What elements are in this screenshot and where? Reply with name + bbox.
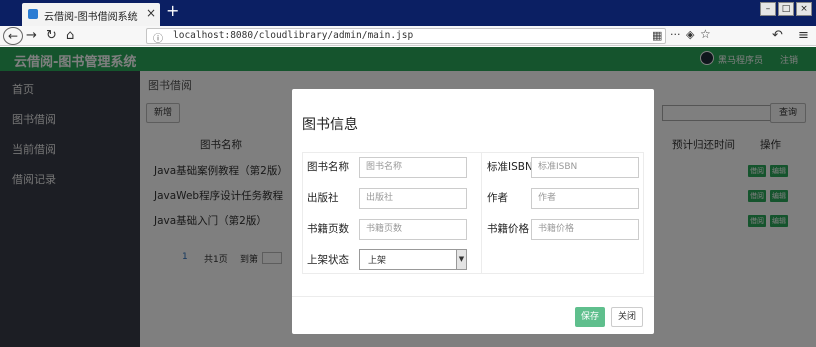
favicon-icon [28,9,38,19]
chevron-down-icon: ▼ [456,250,466,269]
browser-navbar: ← → ↻ ⌂ ⓘ localhost:8080/cloudlibrary/ad… [0,26,816,46]
close-button[interactable]: 关闭 [611,307,643,327]
press-input[interactable]: 出版社 [359,188,467,209]
forward-arrow-icon[interactable]: → [26,27,37,45]
new-tab-icon[interactable]: + [166,3,179,19]
shield-icon[interactable]: ◈ [686,28,694,41]
reload-icon[interactable]: ↻ [46,27,57,45]
name-input[interactable]: 图书名称 [359,157,467,178]
minimize-icon[interactable]: – [760,2,776,16]
tab-title: 云借阅-图书借阅系统 [44,12,138,23]
modal-footer-divider [292,296,654,297]
maximize-icon[interactable]: □ [778,2,794,16]
pages-input[interactable]: 书籍页数 [359,219,467,240]
author-label: 作者 [487,192,508,204]
url-text[interactable]: localhost:8080/cloudlibrary/admin/main.j… [173,30,413,41]
status-select[interactable]: 上架 ▼ [359,249,467,270]
book-form: 图书名称 图书名称 标准ISBN 标准ISBN 出版社 出版社 作者 作者 书籍… [302,152,644,274]
home-icon[interactable]: ⌂ [66,27,74,45]
name-label: 图书名称 [307,161,349,173]
qr-code-icon[interactable]: ▦ [652,29,662,42]
isbn-label: 标准ISBN [487,161,533,173]
back-arrow-icon[interactable]: ← [3,27,23,45]
form-divider [481,153,482,273]
book-info-modal: 图书信息 图书名称 图书名称 标准ISBN 标准ISBN 出版社 出版社 作者 … [292,89,654,334]
price-input[interactable]: 书籍价格 [531,219,639,240]
hamburger-menu-icon[interactable]: ≡ [798,27,809,45]
window-close-icon[interactable]: × [796,2,812,16]
status-label: 上架状态 [307,254,349,266]
press-label: 出版社 [307,192,339,204]
address-bar[interactable]: ⓘ localhost:8080/cloudlibrary/admin/main… [146,28,666,45]
tab-close-icon[interactable]: × [146,6,156,20]
modal-title: 图书信息 [302,117,358,133]
status-select-value: 上架 [368,256,387,266]
window-controls: – □ × [760,2,812,16]
browser-titlebar: 云借阅-图书借阅系统 × + – □ × [0,0,816,26]
page-info-icon[interactable]: ⓘ [153,30,163,45]
undo-icon[interactable]: ↶ [772,27,783,45]
isbn-input[interactable]: 标准ISBN [531,157,639,178]
save-button[interactable]: 保存 [575,307,605,327]
author-input[interactable]: 作者 [531,188,639,209]
browser-tab[interactable]: 云借阅-图书借阅系统 × [22,3,160,26]
more-icon[interactable]: ··· [670,28,681,41]
price-label: 书籍价格 [487,223,529,235]
pages-label: 书籍页数 [307,223,349,235]
bookmark-star-icon[interactable]: ☆ [700,27,711,41]
